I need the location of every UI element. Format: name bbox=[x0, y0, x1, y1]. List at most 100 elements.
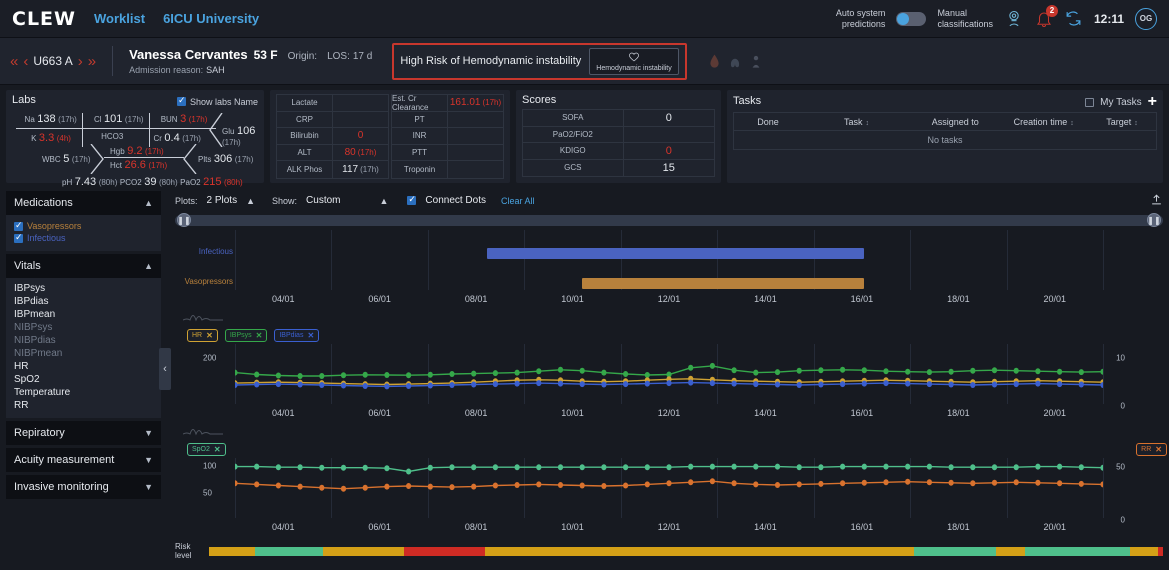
blood-drop-icon[interactable] bbox=[709, 54, 720, 69]
lab-glu-value: 106 bbox=[236, 125, 256, 137]
left-sidebar: Medications ▲ Vasopressors Infectious Vit… bbox=[6, 188, 171, 554]
medication-bar-vasopressors[interactable] bbox=[582, 278, 865, 289]
hemodynamic-instability-chip[interactable]: Hemodynamic instability bbox=[589, 47, 679, 75]
vital-item-ibpsys[interactable]: IBPsys bbox=[14, 282, 153, 295]
lab-cl: Cl 101 (17h) bbox=[94, 113, 144, 125]
legend-chip-ibpsys[interactable]: IBPsys ✕ bbox=[224, 329, 268, 342]
vital-item-hr[interactable]: HR bbox=[14, 360, 153, 373]
connect-dots-checkbox[interactable] bbox=[407, 194, 417, 205]
labs-row-key: CRP bbox=[277, 111, 333, 127]
sort-icon: ↕ bbox=[1070, 119, 1074, 127]
refresh-icon[interactable] bbox=[1064, 9, 1083, 28]
first-patient-button[interactable]: « bbox=[10, 53, 18, 70]
vital-item-ibpmean[interactable]: IBPmean bbox=[14, 308, 153, 321]
vital-item-temperature[interactable]: Temperature bbox=[14, 386, 153, 399]
close-icon[interactable]: ✕ bbox=[206, 331, 213, 340]
plots-count-value[interactable]: 2 Plots bbox=[207, 195, 238, 206]
risk-segment bbox=[403, 546, 485, 556]
timeline-scrollbar[interactable]: ❚❚ ❚❚ bbox=[175, 213, 1163, 227]
labs-row-key: Troponin bbox=[392, 161, 448, 178]
vitals-plot-2[interactable]: 100 50 50 0 04/01 06/01 08/01 10/01 12/01 14/01 1… bbox=[175, 458, 1163, 536]
labs-table-row: PT bbox=[392, 111, 503, 128]
kidney-icon[interactable] bbox=[750, 54, 762, 69]
classification-icon[interactable] bbox=[1004, 9, 1024, 29]
plot2-legend-chips: SpO2 ✕ RR ✕ bbox=[187, 443, 1169, 456]
vital-item-rr[interactable]: RR bbox=[14, 399, 153, 412]
plots-count-chevron-up-icon[interactable]: ▲ bbox=[246, 196, 255, 206]
legend-chip-ibpdias[interactable]: IBPdias ✕ bbox=[274, 329, 320, 342]
legend-chip-rr[interactable]: RR ✕ bbox=[1136, 443, 1167, 456]
medication-filter-vasopressors[interactable]: Vasopressors bbox=[14, 220, 153, 231]
prev-patient-button[interactable]: ‹ bbox=[23, 53, 28, 70]
sidebar-section-medications[interactable]: Medications ▲ bbox=[6, 191, 161, 215]
series-point bbox=[753, 481, 759, 488]
add-task-button[interactable]: + bbox=[1148, 94, 1157, 110]
scrollbar-right-handle[interactable]: ❚❚ bbox=[1147, 213, 1161, 227]
clock-display: 12:11 bbox=[1093, 11, 1124, 26]
series-point bbox=[1056, 368, 1063, 375]
series-point bbox=[1056, 480, 1063, 487]
labs-row-value bbox=[448, 128, 503, 144]
series-point bbox=[449, 371, 455, 377]
legend-chip-hr[interactable]: HR ✕ bbox=[187, 329, 218, 342]
close-icon[interactable]: ✕ bbox=[256, 331, 263, 340]
vital-item-nibpsys[interactable]: NIBPsys bbox=[14, 321, 153, 334]
medication-checkbox[interactable] bbox=[14, 220, 23, 231]
risk-level-segments[interactable] bbox=[209, 546, 1163, 556]
lab-plts: Plts 306 (17h) bbox=[198, 153, 253, 165]
vitals-plot-1[interactable]: 200 10 0 04/01 06/01 08/01 10/01 12/01 14/01 16/… bbox=[175, 344, 1163, 422]
tasks-column-creation-time[interactable]: Creation time ↕ bbox=[999, 117, 1087, 127]
sidebar-section-vitals[interactable]: Vitals ▲ bbox=[6, 254, 161, 278]
patient-bed-id[interactable]: U663 A bbox=[33, 54, 72, 68]
notifications-bell-icon[interactable]: 2 bbox=[1035, 4, 1058, 28]
sidebar-section-acuity[interactable]: Acuity measurement ▼ bbox=[6, 448, 161, 472]
show-mode-value[interactable]: Custom bbox=[306, 195, 340, 206]
legend-chip-spo2[interactable]: SpO2 ✕ bbox=[187, 443, 226, 456]
sidebar-section-respiratory[interactable]: Repiratory ▼ bbox=[6, 421, 161, 445]
medication-filter-infectious[interactable]: Infectious bbox=[14, 232, 153, 243]
lab-cl-name: Cl bbox=[93, 115, 102, 124]
tasks-column-task[interactable]: Task ↕ bbox=[802, 117, 911, 127]
my-tasks-checkbox[interactable] bbox=[1085, 97, 1095, 107]
series-point bbox=[449, 464, 455, 471]
sidebar-section-invasive[interactable]: Invasive monitoring ▼ bbox=[6, 475, 161, 499]
labs-row-key: Est. Cr Clearance bbox=[392, 94, 448, 112]
user-avatar[interactable]: OG bbox=[1135, 7, 1157, 30]
auto-predictions-line2: predictions bbox=[841, 18, 886, 29]
series-point bbox=[709, 463, 716, 470]
clear-all-button[interactable]: Clear All bbox=[501, 196, 535, 206]
medication-bar-infectious[interactable] bbox=[486, 248, 865, 259]
vital-item-nibpmean[interactable]: NIBPmean bbox=[14, 347, 153, 360]
predictions-mode-toggle[interactable] bbox=[896, 11, 927, 26]
vital-item-spo2[interactable]: SpO2 bbox=[14, 373, 153, 386]
hemodynamic-chip-label: Hemodynamic instability bbox=[596, 64, 672, 72]
vital-item-ibpdias[interactable]: IBPdias bbox=[14, 295, 153, 308]
last-patient-button[interactable]: » bbox=[88, 53, 96, 70]
lab-wbc-name: WBC bbox=[42, 155, 61, 164]
y-axis-tick-left: 50 bbox=[203, 488, 212, 498]
nav-link-worklist[interactable]: Worklist bbox=[94, 11, 145, 26]
show-labs-name-checkbox[interactable] bbox=[176, 95, 186, 106]
series-point bbox=[818, 367, 824, 374]
series-point bbox=[235, 463, 238, 470]
show-mode-chevron-up-icon[interactable]: ▲ bbox=[379, 196, 388, 206]
export-upload-icon[interactable] bbox=[1150, 193, 1163, 209]
labs-row-value bbox=[448, 145, 503, 161]
scrollbar-left-handle[interactable]: ❚❚ bbox=[177, 213, 191, 227]
lab-plts-time: (17h) bbox=[234, 155, 254, 164]
close-icon[interactable]: ✕ bbox=[307, 331, 314, 340]
lab-wbc-value: 5 bbox=[63, 153, 70, 165]
lungs-icon[interactable] bbox=[728, 54, 742, 69]
vital-item-nibpdias[interactable]: NIBPdias bbox=[14, 334, 153, 347]
tasks-column-target[interactable]: Target ↕ bbox=[1088, 117, 1156, 127]
medication-checkbox[interactable] bbox=[14, 232, 23, 243]
series-point bbox=[839, 463, 846, 470]
manual-class-line1: Manual bbox=[937, 8, 967, 19]
nav-link-unit[interactable]: 6ICU University bbox=[163, 11, 259, 26]
next-patient-button[interactable]: › bbox=[78, 53, 83, 70]
sidebar-collapse-handle[interactable]: ‹ bbox=[159, 348, 171, 390]
series-point bbox=[1100, 464, 1103, 471]
risk-alert-box[interactable]: High Risk of Hemodynamic instability Hem… bbox=[392, 42, 687, 80]
close-icon[interactable]: ✕ bbox=[214, 445, 221, 454]
close-icon[interactable]: ✕ bbox=[1155, 445, 1162, 454]
